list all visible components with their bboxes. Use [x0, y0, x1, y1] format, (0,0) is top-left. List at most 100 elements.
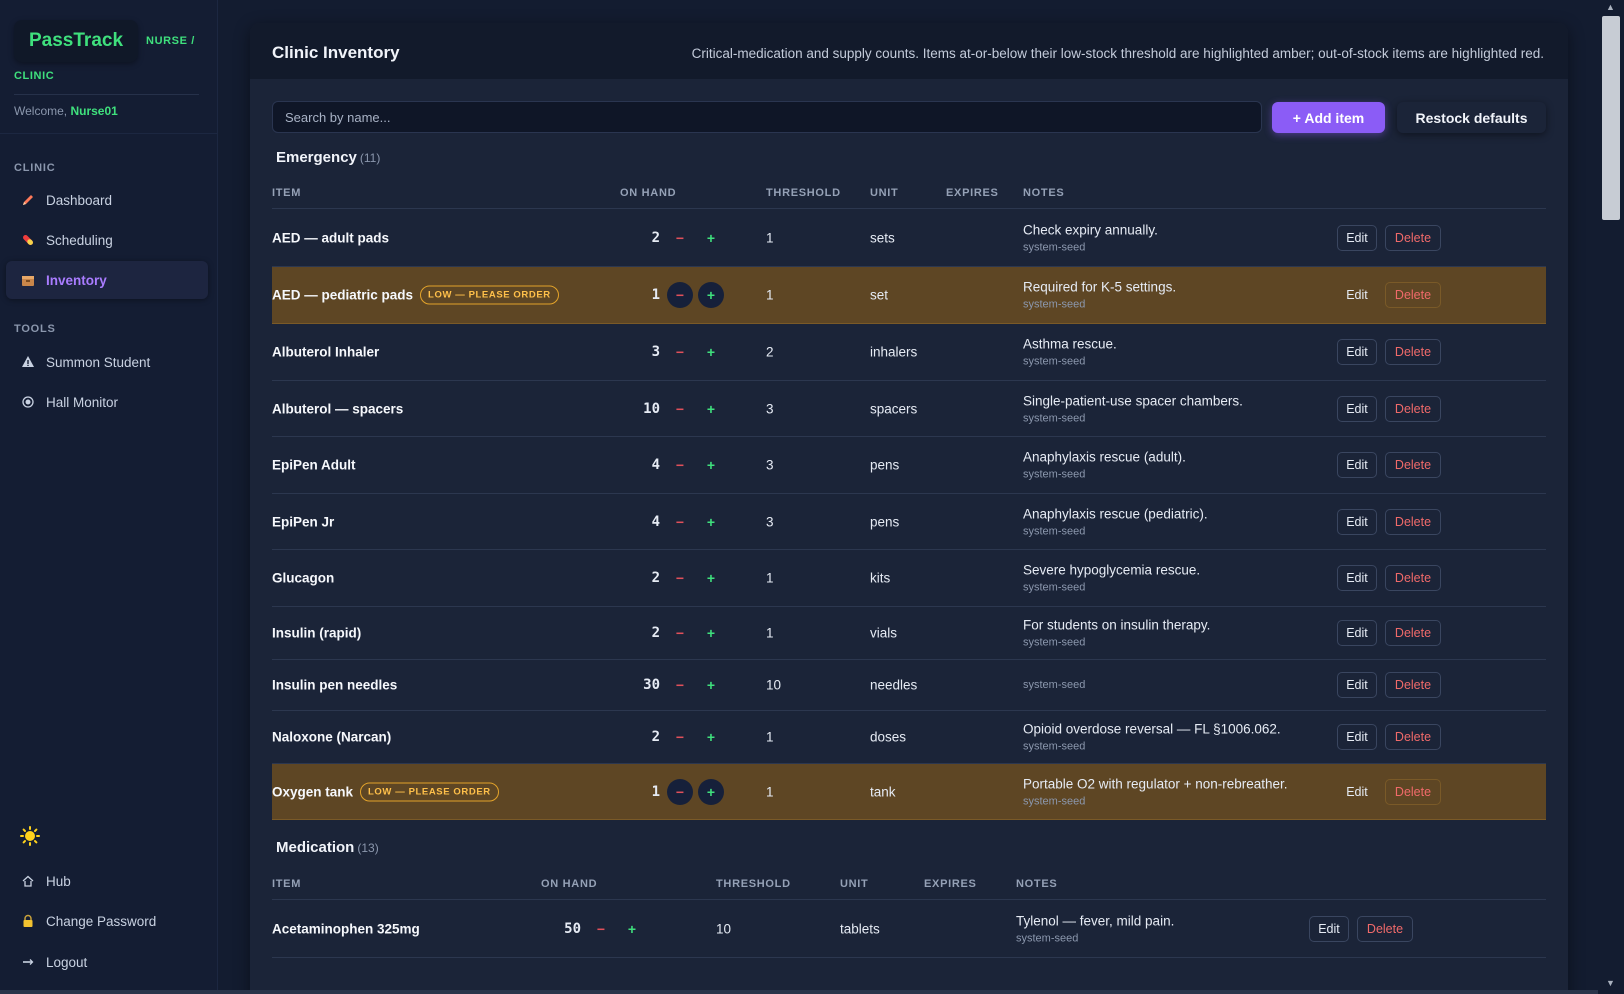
edit-button[interactable]: Edit	[1337, 224, 1377, 251]
sidebar-item-hub[interactable]: Hub	[6, 862, 208, 900]
increment-button[interactable]: +	[698, 396, 724, 422]
on-hand-count: 50	[564, 920, 581, 937]
edit-button[interactable]: Edit	[1337, 779, 1377, 805]
sidebar-item-dashboard[interactable]: Dashboard	[6, 181, 208, 219]
decrement-button[interactable]: −	[667, 565, 693, 591]
edit-button[interactable]: Edit	[1337, 565, 1377, 591]
sidebar-item-scheduling[interactable]: Scheduling	[6, 221, 208, 259]
delete-button[interactable]: Delete	[1385, 395, 1441, 422]
decrement-button[interactable]: −	[667, 672, 693, 698]
increment-button[interactable]: +	[698, 778, 724, 805]
pencil-icon	[20, 192, 36, 208]
edit-button[interactable]: Edit	[1337, 452, 1377, 478]
delete-button[interactable]: Delete	[1385, 565, 1441, 591]
item-name: Insulin pen needles	[272, 678, 397, 693]
item-name: EpiPen Jr	[272, 514, 334, 529]
page-description: Critical-medication and supply counts. I…	[691, 46, 1544, 61]
sidebar-item-logout[interactable]: Logout	[6, 943, 208, 981]
note-source: system-seed	[1023, 412, 1086, 424]
item-name: AED — pediatric pads LOW — PLEASE ORDER	[272, 285, 559, 305]
edit-button[interactable]: Edit	[1309, 915, 1349, 942]
on-hand-count: 4	[651, 457, 660, 473]
decrement-button[interactable]: −	[667, 452, 693, 478]
delete-button[interactable]: Delete	[1385, 672, 1441, 698]
delete-button[interactable]: Delete	[1385, 224, 1441, 251]
increment-button[interactable]: +	[698, 509, 724, 535]
column-header-unit[interactable]: UNIT	[870, 187, 898, 199]
scrollbar-thumb[interactable]	[1602, 16, 1620, 220]
on-hand-count: 4	[651, 513, 660, 530]
column-header-notes[interactable]: NOTES	[1016, 878, 1057, 890]
decrement-button[interactable]: −	[667, 339, 693, 365]
column-header-notes[interactable]: NOTES	[1023, 187, 1064, 199]
horizontal-scrollbar[interactable]	[0, 990, 1598, 994]
column-header-threshold[interactable]: THRESHOLD	[766, 187, 841, 199]
edit-button[interactable]: Edit	[1337, 508, 1377, 535]
scroll-down-icon[interactable]: ▼	[1606, 978, 1615, 988]
delete-button[interactable]: Delete	[1357, 915, 1413, 942]
decrement-button[interactable]: −	[667, 778, 693, 805]
notes-cell: Required for K-5 settings. system-seed	[1023, 280, 1176, 311]
section-title-emergency: Emergency (11)	[276, 149, 380, 166]
threshold-value: 10	[766, 677, 782, 693]
decrement-button[interactable]: −	[588, 916, 614, 942]
item-name-text: Acetaminophen 325mg	[272, 921, 420, 936]
column-header-item[interactable]: ITEM	[272, 187, 301, 199]
edit-button[interactable]: Edit	[1337, 672, 1377, 698]
decrement-button[interactable]: −	[667, 396, 693, 422]
scroll-up-icon[interactable]: ▲	[1606, 2, 1615, 12]
box-icon	[20, 272, 36, 288]
sidebar-item-hall-monitor[interactable]: Hall Monitor	[6, 383, 208, 421]
column-header-expires[interactable]: EXPIRES	[924, 878, 977, 890]
edit-button[interactable]: Edit	[1337, 724, 1377, 750]
decrement-button[interactable]: −	[667, 282, 693, 308]
increment-button[interactable]: +	[698, 282, 724, 308]
sidebar-item-summon-student[interactable]: Summon Student	[6, 343, 208, 381]
on-hand-count: 10	[643, 400, 660, 417]
divider	[0, 133, 217, 134]
column-header-expires[interactable]: EXPIRES	[946, 187, 999, 199]
decrement-button[interactable]: −	[667, 509, 693, 535]
threshold-value: 3	[766, 514, 774, 529]
decrement-button[interactable]: −	[667, 724, 693, 750]
add-item-button[interactable]: + Add item	[1272, 102, 1385, 133]
edit-button[interactable]: Edit	[1337, 339, 1377, 365]
page-scrollbar[interactable]: ▲ ▼	[1598, 0, 1624, 994]
delete-button[interactable]: Delete	[1385, 724, 1441, 750]
search-input[interactable]	[272, 101, 1262, 133]
increment-button[interactable]: +	[698, 339, 724, 365]
sidebar-item-change-password[interactable]: Change Password	[6, 902, 208, 940]
delete-button[interactable]: Delete	[1385, 282, 1441, 308]
decrement-button[interactable]: −	[667, 225, 693, 251]
increment-button[interactable]: +	[619, 916, 645, 942]
column-header-onhand[interactable]: ON HAND	[620, 187, 676, 199]
column-header-onhand[interactable]: ON HAND	[541, 878, 597, 890]
edit-button[interactable]: Edit	[1337, 282, 1377, 308]
sun-icon[interactable]	[20, 826, 40, 852]
brand-logo[interactable]: PassTrack	[14, 20, 139, 62]
item-name-text: Insulin pen needles	[272, 677, 398, 693]
column-header-item[interactable]: ITEM	[272, 878, 301, 890]
restock-defaults-button[interactable]: Restock defaults	[1397, 102, 1546, 133]
column-header-unit[interactable]: UNIT	[840, 878, 868, 890]
increment-button[interactable]: +	[698, 452, 724, 478]
sidebar-item-inventory[interactable]: Inventory	[6, 261, 208, 299]
edit-button[interactable]: Edit	[1337, 395, 1377, 422]
delete-button[interactable]: Delete	[1385, 778, 1441, 805]
delete-button[interactable]: Delete	[1385, 508, 1441, 535]
note-source: system-seed	[1023, 795, 1086, 807]
increment-button[interactable]: +	[698, 724, 724, 750]
column-header-threshold[interactable]: THRESHOLD	[716, 878, 791, 890]
delete-button[interactable]: Delete	[1385, 452, 1441, 478]
increment-button[interactable]: +	[698, 565, 724, 591]
increment-button[interactable]: +	[698, 225, 724, 251]
role-label: NURSE /	[146, 35, 195, 47]
increment-button[interactable]: +	[698, 672, 724, 698]
delete-button[interactable]: Delete	[1385, 339, 1441, 365]
delete-button[interactable]: Delete	[1385, 620, 1441, 646]
increment-button[interactable]: +	[698, 620, 724, 646]
decrement-button[interactable]: −	[667, 620, 693, 646]
edit-button[interactable]: Edit	[1337, 620, 1377, 646]
item-name: EpiPen Adult	[272, 458, 356, 473]
note-source: system-seed	[1023, 679, 1086, 691]
